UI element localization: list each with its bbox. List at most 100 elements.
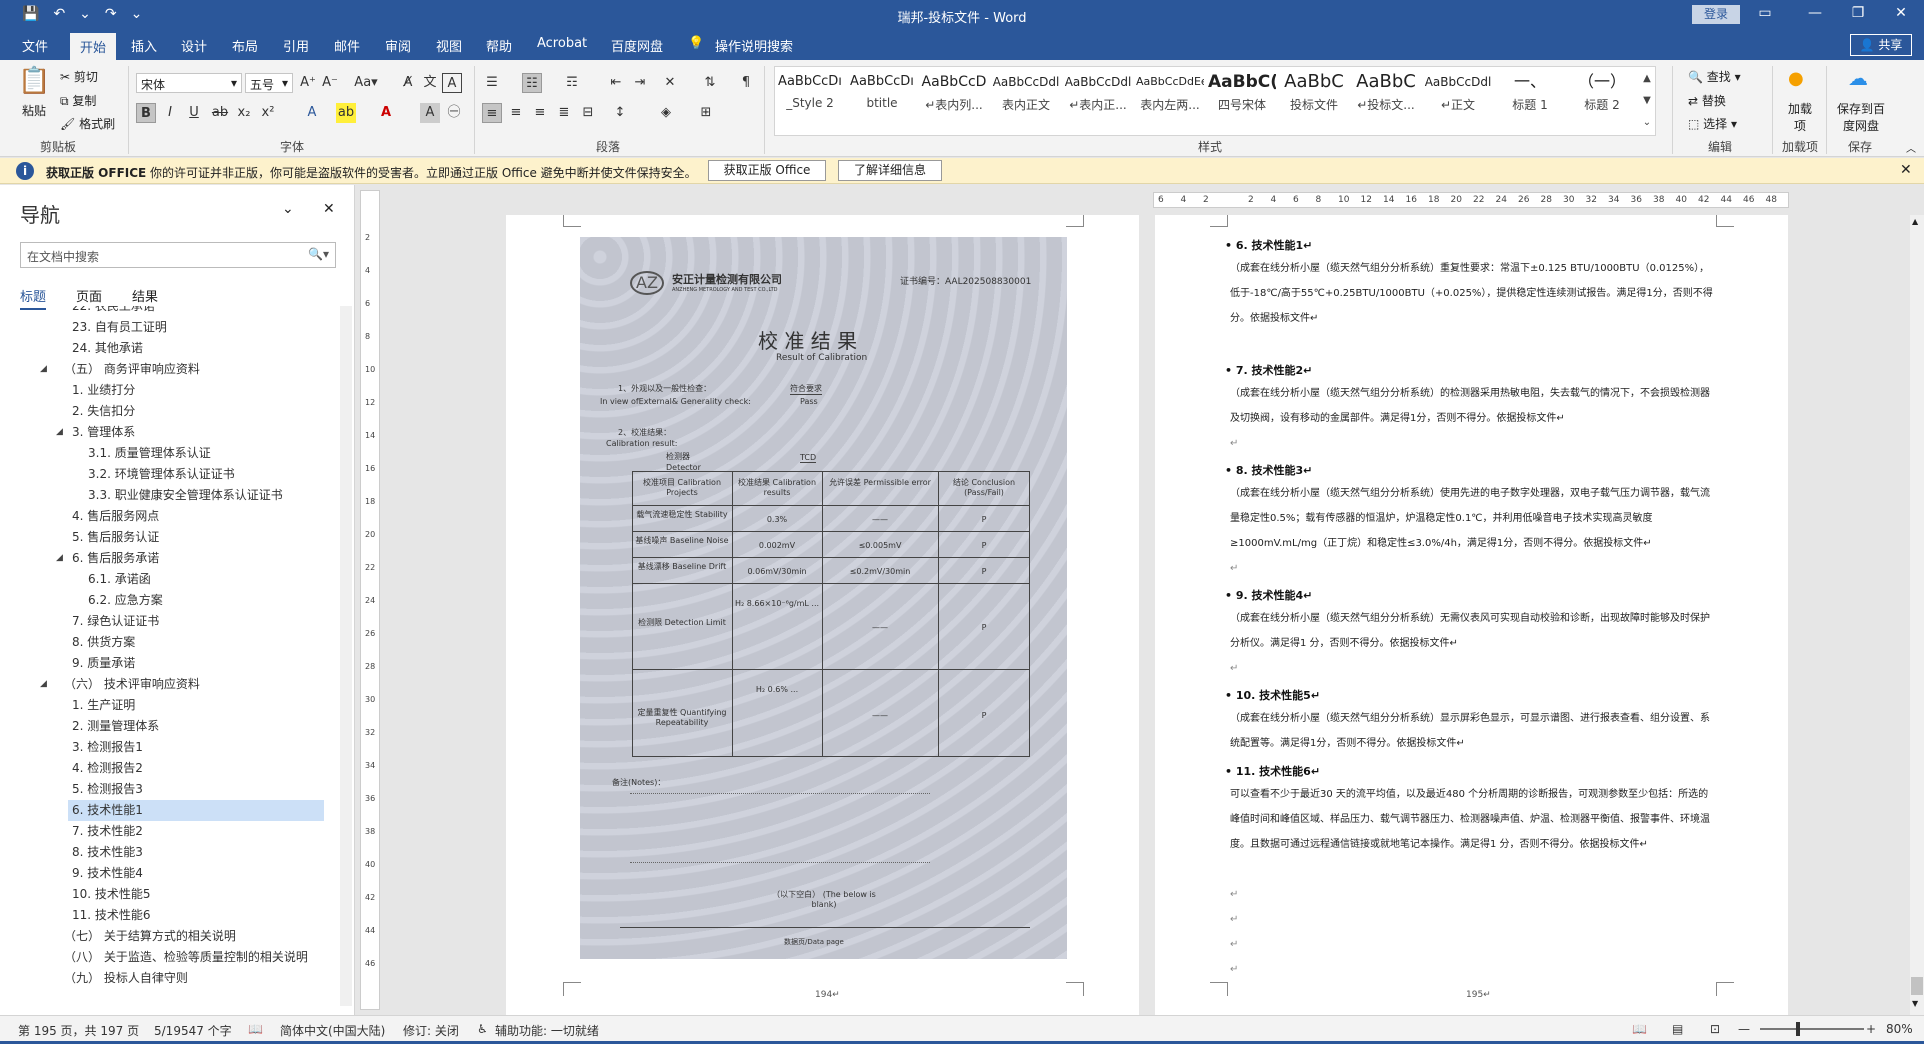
increase-indent-icon[interactable]: ⇥: [630, 73, 650, 93]
sort-icon[interactable]: ⇅: [700, 73, 720, 93]
highlight-icon[interactable]: ab: [336, 103, 356, 123]
zoom-slider-thumb[interactable]: [1796, 1022, 1800, 1036]
expand-triangle-icon[interactable]: ◢: [56, 548, 63, 569]
format-painter-button[interactable]: 🖌 格式刷: [60, 115, 115, 132]
section-body[interactable]: （成套在线分析小屋（缆天然气组分分析系统）使用先进的电子数字处理器，双电子载气压…: [1230, 481, 1716, 556]
tell-me-search[interactable]: 操作说明搜索: [715, 36, 793, 55]
tab-baidu[interactable]: 百度网盘: [611, 36, 663, 55]
style-item[interactable]: AaBbC(四号宋体: [1208, 68, 1276, 130]
expand-triangle-icon[interactable]: ◢: [40, 674, 47, 695]
nav-heading-item[interactable]: 9. 技术性能4: [0, 863, 330, 884]
font-size-select[interactable]: 五号 ▾: [245, 73, 293, 93]
nav-heading-item[interactable]: 7. 技术性能2: [0, 821, 330, 842]
login-button[interactable]: 登录: [1692, 5, 1740, 24]
nav-heading-item[interactable]: 6.1. 承诺函: [0, 569, 330, 590]
decrease-indent-icon[interactable]: ⇤: [606, 73, 626, 93]
italic-icon[interactable]: I: [160, 103, 180, 123]
nav-heading-item[interactable]: 23. 自有员工证明: [0, 317, 330, 338]
text-effects-icon[interactable]: A: [302, 103, 322, 123]
restore-icon[interactable]: ❐: [1843, 5, 1873, 21]
nav-heading-item[interactable]: 3.1. 质量管理体系认证: [0, 443, 330, 464]
zoom-out-icon[interactable]: —: [1738, 1022, 1750, 1036]
nav-heading-item[interactable]: 3.3. 职业健康安全管理体系认证证书: [0, 485, 330, 506]
find-button[interactable]: 🔍 查找 ▾: [1688, 68, 1741, 85]
nav-heading-item[interactable]: ◢ 6. 售后服务承诺: [0, 548, 330, 569]
nav-heading-item[interactable]: 6.2. 应急方案: [0, 590, 330, 611]
distribute-icon[interactable]: ⊟: [578, 103, 598, 123]
nav-heading-item[interactable]: 3. 检测报告1: [0, 737, 330, 758]
superscript-icon[interactable]: x²: [258, 103, 278, 123]
multilevel-list-icon[interactable]: ☶: [562, 73, 582, 93]
zoom-slider[interactable]: [1760, 1028, 1864, 1030]
paste-button[interactable]: 粘贴: [22, 102, 46, 119]
section-body[interactable]: （成套在线分析小屋（缆天然气组分分析系统）重复性要求：常温下±0.125 BTU…: [1230, 256, 1716, 331]
style-item[interactable]: AaBbCcDı btitle: [848, 68, 916, 130]
scroll-up-icon[interactable]: ▲: [1912, 217, 1918, 226]
justify-icon[interactable]: ≣: [554, 103, 574, 123]
nav-heading-item[interactable]: 9. 质量承诺: [0, 653, 330, 674]
line-spacing-icon[interactable]: ↕: [610, 103, 630, 123]
paste-icon[interactable]: 📋: [18, 66, 50, 96]
nav-heading-item[interactable]: ◢ 3. 管理体系: [0, 422, 330, 443]
nav-heading-item[interactable]: 11. 技术性能6: [0, 905, 330, 926]
read-mode-icon[interactable]: 📖: [1632, 1022, 1647, 1036]
tab-file[interactable]: 文件: [22, 36, 48, 55]
print-layout-icon[interactable]: ▤: [1672, 1022, 1683, 1036]
tab-references[interactable]: 引用: [283, 36, 309, 55]
borders-icon[interactable]: ⊞: [696, 103, 716, 123]
style-item[interactable]: AaBbCcDdl ↵正文: [1424, 68, 1492, 130]
nav-search-input[interactable]: 在文档中搜索 🔍▾: [20, 242, 336, 268]
close-window-icon[interactable]: ✕: [1886, 5, 1916, 21]
align-right-icon[interactable]: ≡: [530, 103, 550, 123]
style-item[interactable]: AaBbC ↵投标文...: [1352, 68, 1420, 130]
nav-heading-item[interactable]: 4. 售后服务网点: [0, 506, 330, 527]
nav-heading-item[interactable]: 6. 技术性能1: [68, 800, 324, 821]
style-item[interactable]: 一、 标题 1: [1496, 68, 1564, 130]
nav-heading-item[interactable]: 8. 技术性能3: [0, 842, 330, 863]
track-changes-status[interactable]: 修订: 关闭: [403, 1022, 459, 1039]
style-item[interactable]: （一） 标题 2: [1568, 68, 1636, 130]
vertical-ruler[interactable]: 2 4 6 8 10 12 14 16 18 20 22 24 26 28 30 32 34 36 38 40 42 44…: [360, 190, 380, 1010]
get-genuine-button[interactable]: 获取正版 Office: [708, 160, 826, 181]
addins-button[interactable]: 加载项: [1786, 100, 1814, 134]
character-border-icon[interactable]: A: [442, 73, 462, 93]
scroll-thumb[interactable]: [1911, 977, 1923, 995]
nav-heading-item[interactable]: 3.2. 环境管理体系认证证书: [0, 464, 330, 485]
grow-font-icon[interactable]: A⁺: [298, 73, 318, 93]
tab-home[interactable]: 开始: [70, 33, 117, 60]
web-layout-icon[interactable]: ⊡: [1710, 1022, 1720, 1036]
nav-heading-item[interactable]: 8. 供货方案: [0, 632, 330, 653]
tab-acrobat[interactable]: Acrobat: [537, 36, 587, 51]
nav-heading-item[interactable]: 22. 农民工承诺: [0, 306, 330, 317]
baidu-cloud-icon[interactable]: ☁: [1848, 66, 1868, 90]
style-item[interactable]: AaBbCcDdl 表内正文: [992, 68, 1060, 130]
save-to-baidu-button[interactable]: 保存到百度网盘: [1836, 100, 1886, 134]
close-infobar-icon[interactable]: ✕: [1900, 162, 1912, 178]
nav-heading-item[interactable]: 1. 业绩打分: [0, 380, 330, 401]
numbering-icon[interactable]: ☷: [522, 73, 542, 93]
section-heading[interactable]: • 6. 技术性能1↵: [1225, 237, 1312, 253]
font-color-icon[interactable]: A: [376, 103, 396, 123]
replace-button[interactable]: ⇄ 替换: [1688, 92, 1726, 109]
style-item[interactable]: AaBbCcD ↵表内列...: [920, 68, 988, 130]
bold-icon[interactable]: B: [136, 103, 156, 123]
nav-heading-item[interactable]: （八） 关于监造、检验等质量控制的相关说明: [0, 947, 330, 968]
section-heading[interactable]: • 9. 技术性能4↵: [1225, 587, 1312, 603]
nav-heading-item[interactable]: ◢ （六） 技术评审响应资料: [0, 674, 330, 695]
nav-heading-item[interactable]: （七） 关于结算方式的相关说明: [0, 926, 330, 947]
copy-button[interactable]: ⧉ 复制: [60, 92, 96, 109]
tab-view[interactable]: 视图: [436, 36, 462, 55]
tab-review[interactable]: 审阅: [385, 36, 411, 55]
select-button[interactable]: ⬚ 选择 ▾: [1688, 115, 1737, 132]
nav-heading-item[interactable]: 2. 失信扣分: [0, 401, 330, 422]
nav-heading-item[interactable]: 4. 检测报告2: [0, 758, 330, 779]
section-heading[interactable]: • 8. 技术性能3↵: [1225, 462, 1312, 478]
learn-more-button[interactable]: 了解详细信息: [838, 160, 942, 181]
subscript-icon[interactable]: x₂: [234, 103, 254, 123]
bullets-icon[interactable]: ☰: [482, 73, 502, 93]
proofing-icon[interactable]: 📖: [248, 1022, 263, 1036]
nav-heading-item[interactable]: 10. 技术性能5: [0, 884, 330, 905]
align-left-icon[interactable]: ≡: [482, 103, 502, 123]
section-heading[interactable]: • 7. 技术性能2↵: [1225, 362, 1312, 378]
strikethrough-icon[interactable]: ab: [210, 103, 230, 123]
